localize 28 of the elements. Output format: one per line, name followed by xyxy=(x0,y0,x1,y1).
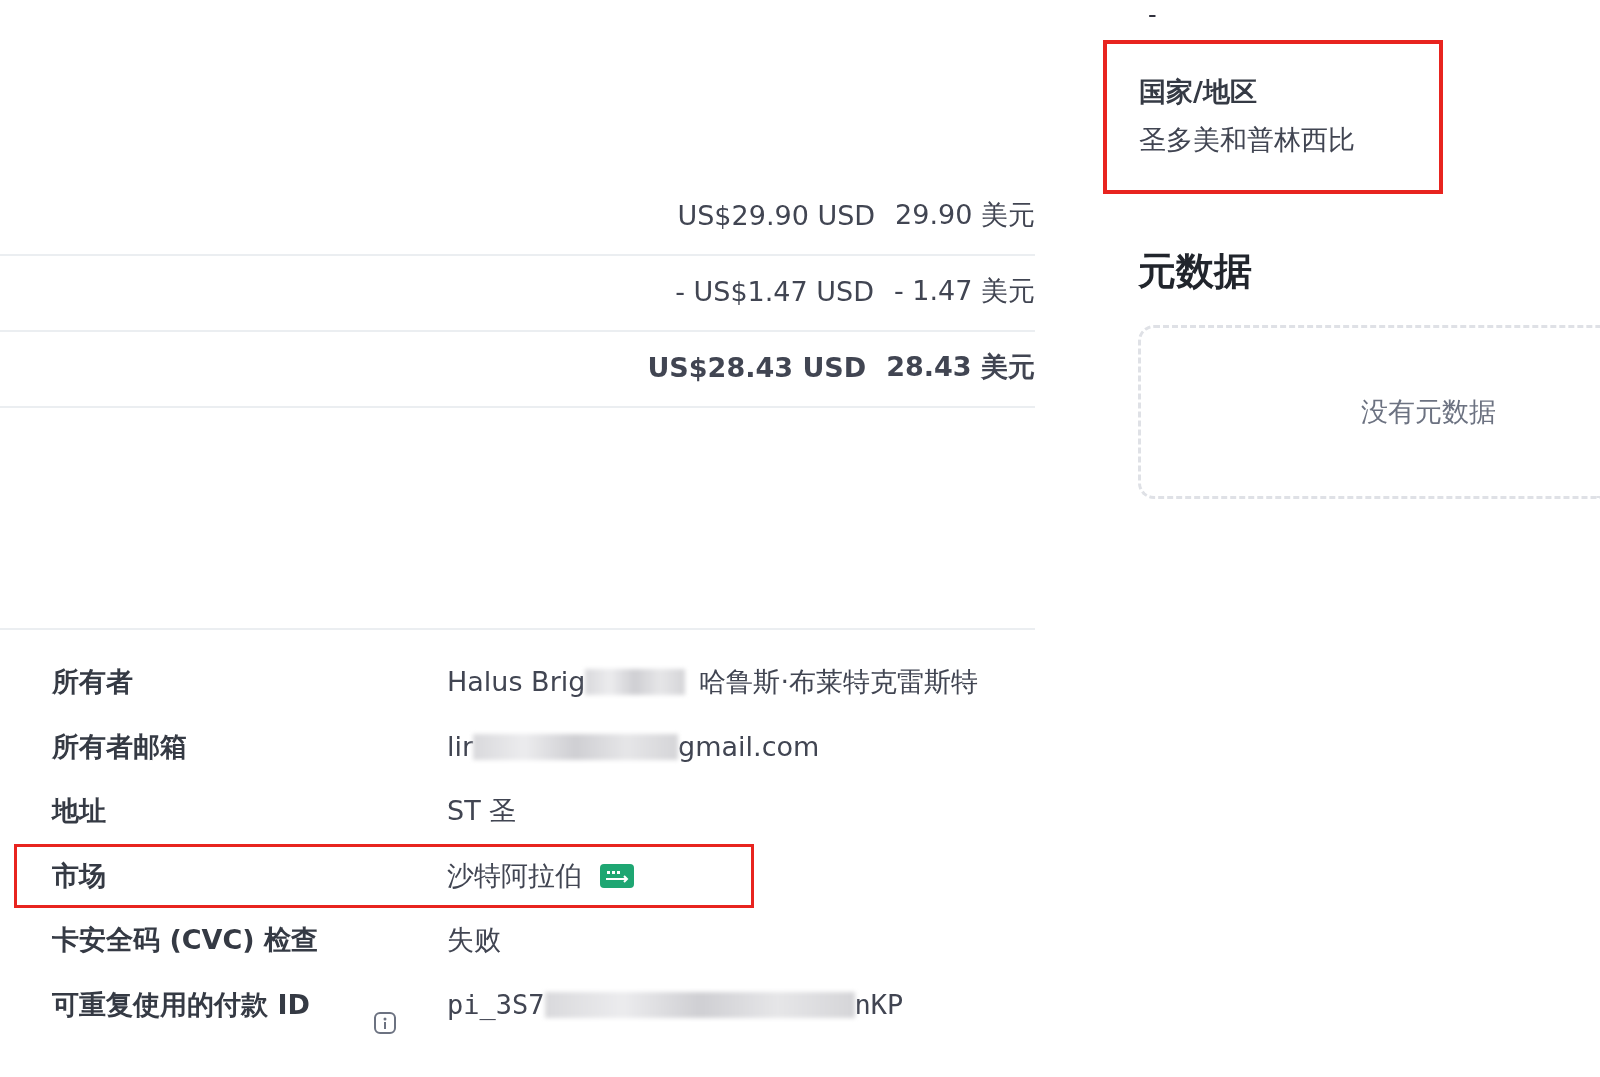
detail-label: 市场 xyxy=(52,858,107,893)
amount-local: - 1.47 美元 xyxy=(893,274,1035,308)
card-icon xyxy=(600,863,634,888)
empty-message: 没有元数据 xyxy=(1361,395,1496,429)
detail-label: 所有者 xyxy=(52,665,134,699)
amount-local: 28.43 美元 xyxy=(886,350,1035,384)
info-icon[interactable] xyxy=(372,1010,397,1035)
detail-value: 哈鲁斯·布莱特克雷斯特 xyxy=(699,665,978,699)
detail-value: lir xyxy=(447,729,474,764)
detail-value: pi_3S7 xyxy=(447,987,545,1022)
empty-value: - xyxy=(1148,0,1157,31)
detail-label: 可重复使用的付款 ID xyxy=(52,987,311,1022)
field-label: 国家/地区 xyxy=(1139,75,1257,109)
detail-value: nKP xyxy=(854,987,904,1022)
amount-usd: - US$1.47 USD xyxy=(675,275,874,307)
amount-local: 29.90 美元 xyxy=(895,198,1035,232)
detail-label: 卡安全码 (CVC) 检查 xyxy=(52,923,319,957)
detail-value: 失败 xyxy=(447,923,501,957)
field-value: 圣多美和普林西比 xyxy=(1139,123,1355,157)
amount-usd: US$28.43 USD xyxy=(647,351,867,383)
section-title: 元数据 xyxy=(1138,248,1252,295)
detail-value: gmail.com xyxy=(678,729,820,764)
detail-label: 所有者邮箱 xyxy=(52,729,188,764)
detail-value: ST 圣 xyxy=(447,794,517,828)
amount-usd: US$29.90 USD xyxy=(677,199,876,231)
detail-value: Halus Brig xyxy=(447,665,586,699)
detail-label: 地址 xyxy=(52,794,107,828)
detail-value: 沙特阿拉伯 xyxy=(447,858,582,893)
